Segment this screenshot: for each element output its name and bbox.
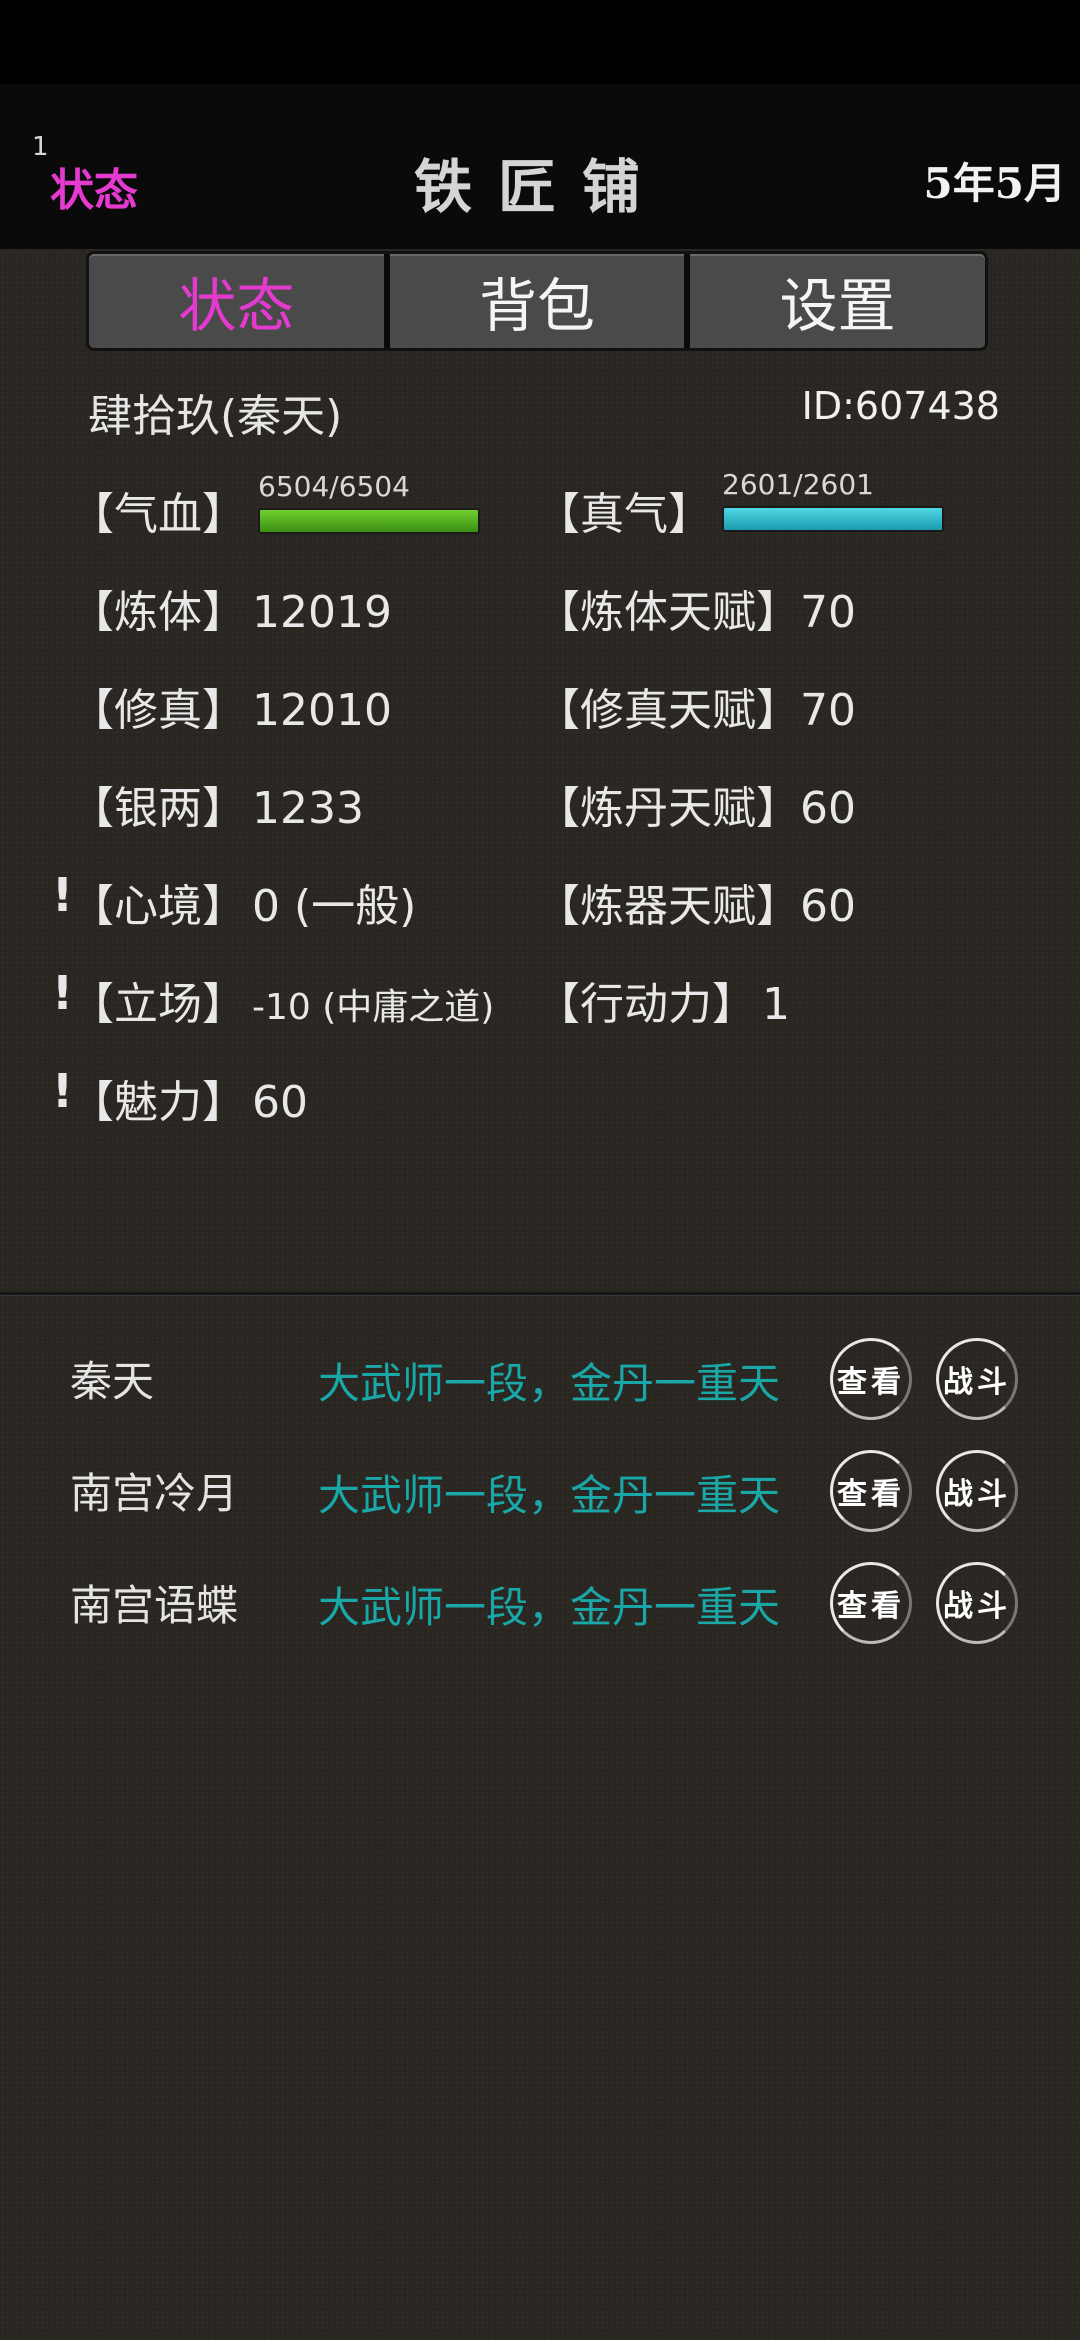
section-divider xyxy=(0,1292,1080,1295)
top-header: 1 状态 铁匠铺 5年5月 xyxy=(0,84,1080,249)
stat-silver-label: 【银两】 xyxy=(70,783,246,834)
fight-button[interactable]: 战斗 xyxy=(936,1562,1018,1644)
hp-bar-fill xyxy=(260,510,478,532)
tab-status[interactable]: 状态 xyxy=(89,254,384,348)
fight-button[interactable]: 战斗 xyxy=(936,1450,1018,1532)
stat-mood-value: 0 (一般) xyxy=(252,881,417,932)
page-title: 铁匠铺 xyxy=(413,153,666,221)
stat-stance-value: -10 (中庸之道) xyxy=(252,987,495,1028)
mp-bar-fill xyxy=(724,508,942,530)
fight-button[interactable]: 战斗 xyxy=(936,1338,1018,1420)
stat-alchemy-talent-label: 【炼丹天赋】 xyxy=(536,783,800,834)
view-button[interactable]: 查看 xyxy=(830,1562,912,1644)
stat-body: 【炼体】 12019 xyxy=(70,576,392,640)
stat-forging-talent-value: 60 xyxy=(800,881,856,932)
stat-charm: 【魅力】 60 xyxy=(70,1066,308,1130)
stat-cultivation-talent: 【修真天赋】70 xyxy=(536,674,856,738)
stat-mood: 【心境】 0 (一般) xyxy=(70,870,416,934)
stat-cultivation: 【修真】 12010 xyxy=(70,674,392,738)
stat-body-value: 12019 xyxy=(252,587,392,638)
npc-name: 秦天 xyxy=(70,1357,155,1406)
stat-action-points-label: 【行动力】 xyxy=(536,979,756,1030)
tab-bar: 状态 背包 设置 xyxy=(86,251,988,351)
hp-label: 【气血】 xyxy=(70,489,246,540)
npc-rank: 大武师一段，金丹一重天 xyxy=(318,1583,781,1632)
stat-cultivation-talent-value: 70 xyxy=(800,685,856,736)
hp-bar-group: 6504/6504 xyxy=(258,472,480,534)
stat-action-points: 【行动力】 1 xyxy=(536,968,790,1032)
stat-cultivation-talent-label: 【修真天赋】 xyxy=(536,685,800,736)
stat-alchemy-talent-value: 60 xyxy=(800,783,856,834)
stat-alchemy-talent: 【炼丹天赋】60 xyxy=(536,772,856,836)
stat-body-label: 【炼体】 xyxy=(70,587,246,638)
mp-value: 2601/2601 xyxy=(722,468,874,501)
view-button[interactable]: 查看 xyxy=(830,1450,912,1532)
player-id: ID:607438 xyxy=(801,384,1000,428)
npc-row: 南宫语蝶 大武师一段，金丹一重天 查看 战斗 xyxy=(0,1562,1080,1652)
npc-rank: 大武师一段，金丹一重天 xyxy=(318,1359,781,1408)
stat-forging-talent-label: 【炼器天赋】 xyxy=(536,881,800,932)
stat-cultivation-value: 12010 xyxy=(252,685,392,736)
stat-stance: 【立场】 -10 (中庸之道) xyxy=(70,968,494,1032)
hp-bar xyxy=(258,508,480,534)
stat-body-talent-label: 【炼体天赋】 xyxy=(536,587,800,638)
mp-bar-group: 2601/2601 xyxy=(722,470,944,532)
stat-charm-label: 【魅力】 xyxy=(70,1077,246,1128)
mp-label: 【真气】 xyxy=(536,489,712,540)
status-bar xyxy=(0,0,1080,84)
stat-cultivation-label: 【修真】 xyxy=(70,685,246,736)
hp-value: 6504/6504 xyxy=(258,470,410,503)
stat-body-talent-value: 70 xyxy=(800,587,856,638)
npc-name: 南宫冷月 xyxy=(70,1469,239,1518)
npc-name: 南宫语蝶 xyxy=(70,1581,239,1630)
stat-silver: 【银两】 1233 xyxy=(70,772,364,836)
tab-settings[interactable]: 设置 xyxy=(684,254,985,348)
npc-row: 南宫冷月 大武师一段，金丹一重天 查看 战斗 xyxy=(0,1450,1080,1540)
stat-body-talent: 【炼体天赋】70 xyxy=(536,576,856,640)
stat-charm-value: 60 xyxy=(252,1077,308,1128)
stat-stance-label: 【立场】 xyxy=(70,979,246,1030)
stat-silver-value: 1233 xyxy=(252,783,364,834)
npc-rank: 大武师一段，金丹一重天 xyxy=(318,1471,781,1520)
mp-bar xyxy=(722,506,944,532)
view-button[interactable]: 查看 xyxy=(830,1338,912,1420)
stat-action-points-value: 1 xyxy=(762,979,790,1030)
stat-forging-talent: 【炼器天赋】60 xyxy=(536,870,856,934)
tab-backpack[interactable]: 背包 xyxy=(383,254,685,348)
player-name: 肆拾玖(秦天) xyxy=(88,391,343,442)
stat-mood-label: 【心境】 xyxy=(70,881,246,932)
npc-row: 秦天 大武师一段，金丹一重天 查看 战斗 xyxy=(0,1338,1080,1428)
game-date: 5年5月 xyxy=(923,159,1066,208)
